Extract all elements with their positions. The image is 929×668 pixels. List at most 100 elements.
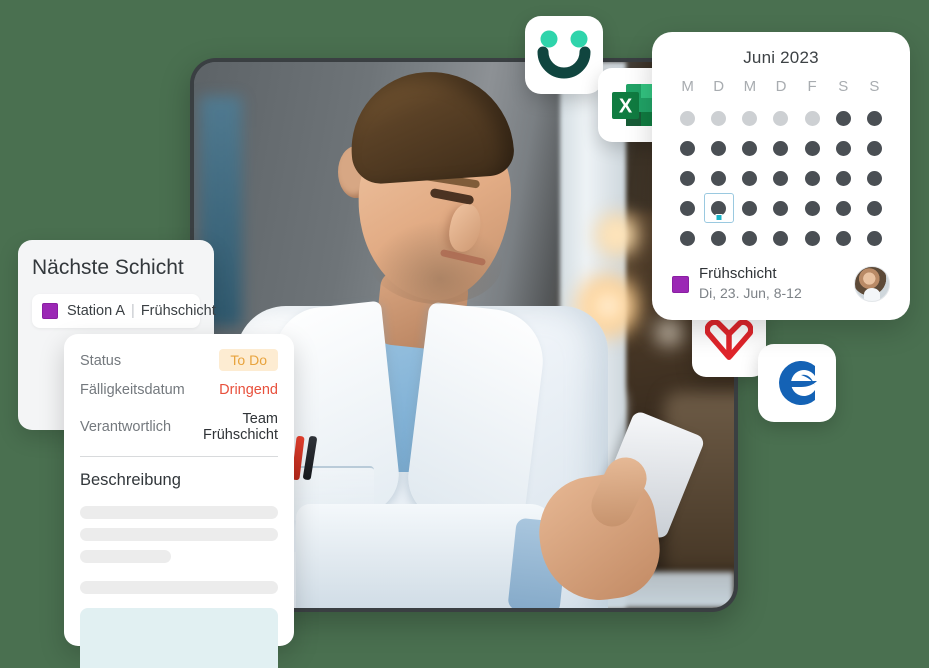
shift-color-swatch <box>672 275 689 293</box>
calendar-day-cell[interactable] <box>734 107 765 129</box>
calendar-weekday-header: M <box>681 78 694 95</box>
task-value-due-date[interactable]: Dringend <box>219 382 278 398</box>
calendar-legend-text: Frühschicht Di, 23. Jun, 8-12 <box>699 265 854 303</box>
calendar-day-dot <box>773 110 789 126</box>
task-value-status[interactable]: To Do <box>219 349 278 371</box>
calendar-day-dot <box>742 230 758 246</box>
calendar-weekday-header: F <box>807 78 817 95</box>
calendar-day-dot <box>835 110 851 126</box>
calendar-day-cell[interactable] <box>672 227 703 249</box>
calendar-day-cell[interactable] <box>828 107 859 129</box>
calendar-day-dot <box>711 230 727 246</box>
task-label-status: Status <box>80 352 122 369</box>
shift-color-swatch <box>42 303 58 319</box>
calendar-legend: Frühschicht Di, 23. Jun, 8-12 <box>672 265 890 303</box>
calendar-day-cell[interactable] <box>797 197 828 219</box>
shift-pill[interactable]: Station A | Frühschicht <box>32 294 216 328</box>
calendar-day-cell[interactable] <box>765 137 796 159</box>
calendar-day-cell[interactable] <box>672 167 703 189</box>
calendar-day-cell[interactable] <box>797 107 828 129</box>
task-label-assignee: Verantwortlich <box>80 419 172 435</box>
task-row-status: Status To Do <box>80 349 278 371</box>
calendar-day-cell[interactable] <box>828 137 859 159</box>
calendar-day-dot <box>773 170 789 186</box>
calendar-day-dot <box>866 200 882 216</box>
calendar-day-cell[interactable] <box>859 227 890 249</box>
calendar-grid: M D M D F S S <box>672 78 890 249</box>
calendar-day-cell[interactable] <box>765 167 796 189</box>
task-value-assignee[interactable]: Team Frühschicht <box>171 411 278 443</box>
calendar-day-dot <box>804 200 820 216</box>
calendar-day-dot <box>866 110 882 126</box>
calendar-weekday-header: M <box>743 78 757 95</box>
calendar-day-cell[interactable] <box>734 167 765 189</box>
calendar-weekday-header: D <box>775 78 787 95</box>
skeleton-line <box>80 581 278 594</box>
calendar-day-cell[interactable] <box>797 167 828 189</box>
calendar-day-dot <box>680 140 696 156</box>
calendar-day-dot <box>835 200 851 216</box>
calendar-day-dot <box>711 200 727 216</box>
calendar-day-dot <box>680 110 696 126</box>
letter-e-logo-tile[interactable] <box>758 344 836 422</box>
shift-station-label: Station A <box>67 303 126 319</box>
calendar-day-cell[interactable] <box>703 107 734 129</box>
calendar-day-dot <box>804 230 820 246</box>
calendar-day-dot <box>680 230 696 246</box>
calendar-day-cell[interactable] <box>672 197 703 219</box>
calendar-day-cell[interactable] <box>859 197 890 219</box>
calendar-day-dot <box>835 230 851 246</box>
calendar-day-cell[interactable] <box>765 227 796 249</box>
heart-monogram-icon <box>705 319 753 360</box>
calendar-day-dot <box>866 140 882 156</box>
calendar-day-cell[interactable] <box>859 107 890 129</box>
doctor-hair <box>346 66 516 186</box>
calendar-day-dot <box>742 170 758 186</box>
calendar-day-cell[interactable] <box>765 107 796 129</box>
calendar-day-cell[interactable] <box>734 197 765 219</box>
calendar-day-cell-selected[interactable] <box>703 197 734 219</box>
calendar-day-cell[interactable] <box>765 197 796 219</box>
avatar[interactable] <box>854 266 890 303</box>
shift-pill-separator: | <box>131 303 135 319</box>
calendar-day-cell[interactable] <box>672 107 703 129</box>
calendar-day-dot <box>742 140 758 156</box>
calendar-day-cell[interactable] <box>703 227 734 249</box>
calendar-day-cell[interactable] <box>859 167 890 189</box>
calendar-day-dot <box>773 140 789 156</box>
calendar-day-cell[interactable] <box>797 227 828 249</box>
task-row-assignee: Verantwortlich Team Frühschicht <box>80 411 278 443</box>
calendar-day-cell[interactable] <box>734 227 765 249</box>
task-row-due-date: Fälligkeitsdatum Dringend <box>80 382 278 398</box>
calendar-weekday-header: D <box>713 78 725 95</box>
calendar-legend-title: Frühschicht <box>699 265 777 282</box>
calendar-day-cell[interactable] <box>797 137 828 159</box>
calendar-day-dot <box>711 140 727 156</box>
calendar-title: Juni 2023 <box>743 48 819 67</box>
calendar-day-cell[interactable] <box>859 137 890 159</box>
calendar-day-dot <box>804 170 820 186</box>
task-divider <box>80 456 278 457</box>
task-description-heading: Beschreibung <box>80 471 181 489</box>
calendar-day-dot <box>773 200 789 216</box>
task-note-box[interactable] <box>80 608 278 668</box>
calendar-day-cell[interactable] <box>828 227 859 249</box>
calendar-day-dot <box>680 200 696 216</box>
smiley-face-icon <box>537 30 591 79</box>
calendar-day-cell[interactable] <box>703 167 734 189</box>
smiley-logo-tile[interactable] <box>525 16 603 94</box>
calendar-day-cell[interactable] <box>828 167 859 189</box>
calendar-weekday-header: S <box>869 78 880 95</box>
calendar-day-cell[interactable] <box>828 197 859 219</box>
calendar-day-cell[interactable] <box>734 137 765 159</box>
calendar-day-cell[interactable] <box>703 137 734 159</box>
calendar-weekday-header: S <box>838 78 849 95</box>
task-detail-card: Status To Do Fälligkeitsdatum Dringend V… <box>64 334 294 668</box>
excel-letter: X <box>619 96 633 118</box>
calendar-day-cell[interactable] <box>672 137 703 159</box>
calendar-day-dot <box>866 230 882 246</box>
calendar-day-dot <box>742 110 758 126</box>
calendar-day-dot <box>773 230 789 246</box>
calendar-day-dot <box>711 110 727 126</box>
calendar-day-dot <box>835 170 851 186</box>
